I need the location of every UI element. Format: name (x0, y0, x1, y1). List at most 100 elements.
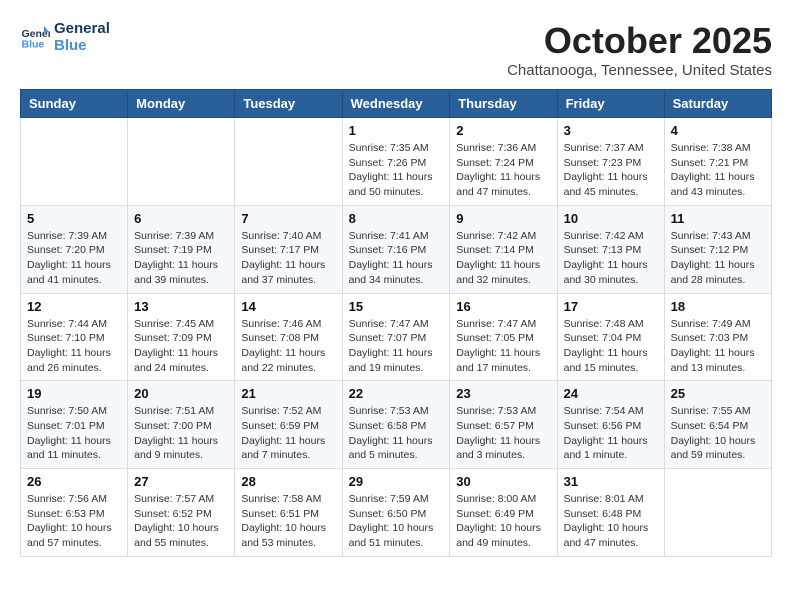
day-number: 1 (349, 123, 444, 138)
day-info: Sunrise: 7:37 AM Sunset: 7:23 PM Dayligh… (564, 141, 658, 200)
day-info: Sunrise: 7:55 AM Sunset: 6:54 PM Dayligh… (671, 404, 765, 463)
day-number: 5 (27, 211, 121, 226)
day-cell-1: 1 Sunrise: 7:35 AM Sunset: 7:26 PM Daylig… (342, 118, 450, 206)
day-info: Sunrise: 7:47 AM Sunset: 7:05 PM Dayligh… (456, 317, 550, 376)
day-cell-11: 11 Sunrise: 7:43 AM Sunset: 7:12 PM Dayli… (664, 205, 771, 293)
day-cell-8: 8 Sunrise: 7:41 AM Sunset: 7:16 PM Daylig… (342, 205, 450, 293)
day-info: Sunrise: 7:47 AM Sunset: 7:07 PM Dayligh… (349, 317, 444, 376)
empty-cell (235, 118, 342, 206)
weekday-header-row: SundayMondayTuesdayWednesdayThursdayFrid… (21, 90, 772, 118)
day-cell-24: 24Sunrise: 7:54 AM Sunset: 6:56 PM Dayli… (557, 381, 664, 469)
logo-blue: Blue (54, 37, 110, 54)
day-number: 9 (456, 211, 550, 226)
day-number: 30 (456, 474, 550, 489)
day-info: Sunrise: 7:59 AM Sunset: 6:50 PM Dayligh… (349, 492, 444, 551)
day-info: Sunrise: 7:42 AM Sunset: 7:13 PM Dayligh… (564, 229, 658, 288)
day-cell-27: 27 Sunrise: 7:57 AM Sunset: 6:52 PM Dayli… (128, 469, 235, 557)
day-number: 26 (27, 474, 121, 489)
day-info: Sunrise: 7:51 AM Sunset: 7:00 PM Dayligh… (134, 404, 228, 463)
day-info: Sunrise: 7:56 AM Sunset: 6:53 PM Dayligh… (27, 492, 121, 551)
day-number: 14 (241, 299, 335, 314)
day-info: Sunrise: 7:50 AM Sunset: 7:01 PM Dayligh… (27, 404, 121, 463)
day-info: Sunrise: 8:01 AM Sunset: 6:48 PM Dayligh… (564, 492, 658, 551)
weekday-header-thursday: Thursday (450, 90, 557, 118)
empty-cell (664, 469, 771, 557)
day-number: 13 (134, 299, 228, 314)
day-cell-20: 20Sunrise: 7:51 AM Sunset: 7:00 PM Dayli… (128, 381, 235, 469)
day-number: 25 (671, 386, 765, 401)
day-number: 6 (134, 211, 228, 226)
weekday-header-sunday: Sunday (21, 90, 128, 118)
empty-cell (21, 118, 128, 206)
day-number: 19 (27, 386, 121, 401)
day-info: Sunrise: 7:53 AM Sunset: 6:57 PM Dayligh… (456, 404, 550, 463)
day-number: 15 (349, 299, 444, 314)
day-cell-19: 19 Sunrise: 7:50 AM Sunset: 7:01 PM Dayli… (21, 381, 128, 469)
month-title: October 2025 (507, 20, 772, 62)
week-row-3: 12 Sunrise: 7:44 AM Sunset: 7:10 PM Dayli… (21, 293, 772, 381)
day-cell-22: 22 Sunrise: 7:53 AM Sunset: 6:58 PM Dayli… (342, 381, 450, 469)
day-info: Sunrise: 7:39 AM Sunset: 7:20 PM Dayligh… (27, 229, 121, 288)
day-cell-31: 31Sunrise: 8:01 AM Sunset: 6:48 PM Dayli… (557, 469, 664, 557)
day-number: 16 (456, 299, 550, 314)
day-number: 17 (564, 299, 658, 314)
week-row-1: 1 Sunrise: 7:35 AM Sunset: 7:26 PM Daylig… (21, 118, 772, 206)
day-info: Sunrise: 7:41 AM Sunset: 7:16 PM Dayligh… (349, 229, 444, 288)
day-cell-28: 28 Sunrise: 7:58 AM Sunset: 6:51 PM Dayli… (235, 469, 342, 557)
day-info: Sunrise: 7:44 AM Sunset: 7:10 PM Dayligh… (27, 317, 121, 376)
day-number: 4 (671, 123, 765, 138)
day-cell-2: 2 Sunrise: 7:36 AM Sunset: 7:24 PM Daylig… (450, 118, 557, 206)
day-cell-29: 29 Sunrise: 7:59 AM Sunset: 6:50 PM Dayli… (342, 469, 450, 557)
svg-text:Blue: Blue (22, 39, 45, 51)
day-cell-10: 10 Sunrise: 7:42 AM Sunset: 7:13 PM Dayli… (557, 205, 664, 293)
weekday-header-monday: Monday (128, 90, 235, 118)
day-number: 22 (349, 386, 444, 401)
day-cell-13: 13 Sunrise: 7:45 AM Sunset: 7:09 PM Dayli… (128, 293, 235, 381)
day-number: 28 (241, 474, 335, 489)
day-info: Sunrise: 7:53 AM Sunset: 6:58 PM Dayligh… (349, 404, 444, 463)
day-cell-15: 15 Sunrise: 7:47 AM Sunset: 7:07 PM Dayli… (342, 293, 450, 381)
day-number: 3 (564, 123, 658, 138)
day-info: Sunrise: 7:48 AM Sunset: 7:04 PM Dayligh… (564, 317, 658, 376)
day-number: 18 (671, 299, 765, 314)
day-number: 21 (241, 386, 335, 401)
day-number: 23 (456, 386, 550, 401)
day-cell-26: 26 Sunrise: 7:56 AM Sunset: 6:53 PM Dayli… (21, 469, 128, 557)
day-number: 8 (349, 211, 444, 226)
day-number: 12 (27, 299, 121, 314)
day-cell-5: 5 Sunrise: 7:39 AM Sunset: 7:20 PM Daylig… (21, 205, 128, 293)
day-info: Sunrise: 7:36 AM Sunset: 7:24 PM Dayligh… (456, 141, 550, 200)
day-cell-6: 6Sunrise: 7:39 AM Sunset: 7:19 PM Daylig… (128, 205, 235, 293)
day-number: 11 (671, 211, 765, 226)
day-cell-25: 25 Sunrise: 7:55 AM Sunset: 6:54 PM Dayli… (664, 381, 771, 469)
day-info: Sunrise: 7:38 AM Sunset: 7:21 PM Dayligh… (671, 141, 765, 200)
day-info: Sunrise: 7:43 AM Sunset: 7:12 PM Dayligh… (671, 229, 765, 288)
logo: General Blue General Blue (20, 20, 110, 54)
day-info: Sunrise: 7:54 AM Sunset: 6:56 PM Dayligh… (564, 404, 658, 463)
week-row-5: 26 Sunrise: 7:56 AM Sunset: 6:53 PM Dayli… (21, 469, 772, 557)
day-cell-9: 9 Sunrise: 7:42 AM Sunset: 7:14 PM Daylig… (450, 205, 557, 293)
day-info: Sunrise: 7:45 AM Sunset: 7:09 PM Dayligh… (134, 317, 228, 376)
day-number: 27 (134, 474, 228, 489)
day-info: Sunrise: 7:46 AM Sunset: 7:08 PM Dayligh… (241, 317, 335, 376)
day-cell-7: 7Sunrise: 7:40 AM Sunset: 7:17 PM Daylig… (235, 205, 342, 293)
day-info: Sunrise: 7:42 AM Sunset: 7:14 PM Dayligh… (456, 229, 550, 288)
day-info: Sunrise: 7:49 AM Sunset: 7:03 PM Dayligh… (671, 317, 765, 376)
day-number: 10 (564, 211, 658, 226)
weekday-header-saturday: Saturday (664, 90, 771, 118)
day-cell-12: 12 Sunrise: 7:44 AM Sunset: 7:10 PM Dayli… (21, 293, 128, 381)
day-info: Sunrise: 8:00 AM Sunset: 6:49 PM Dayligh… (456, 492, 550, 551)
day-info: Sunrise: 7:58 AM Sunset: 6:51 PM Dayligh… (241, 492, 335, 551)
day-cell-17: 17 Sunrise: 7:48 AM Sunset: 7:04 PM Dayli… (557, 293, 664, 381)
day-info: Sunrise: 7:52 AM Sunset: 6:59 PM Dayligh… (241, 404, 335, 463)
calendar: SundayMondayTuesdayWednesdayThursdayFrid… (20, 89, 772, 557)
day-info: Sunrise: 7:35 AM Sunset: 7:26 PM Dayligh… (349, 141, 444, 200)
day-cell-16: 16 Sunrise: 7:47 AM Sunset: 7:05 PM Dayli… (450, 293, 557, 381)
empty-cell (128, 118, 235, 206)
day-cell-14: 14 Sunrise: 7:46 AM Sunset: 7:08 PM Dayli… (235, 293, 342, 381)
day-info: Sunrise: 7:57 AM Sunset: 6:52 PM Dayligh… (134, 492, 228, 551)
weekday-header-wednesday: Wednesday (342, 90, 450, 118)
day-number: 2 (456, 123, 550, 138)
day-cell-23: 23 Sunrise: 7:53 AM Sunset: 6:57 PM Dayli… (450, 381, 557, 469)
day-number: 29 (349, 474, 444, 489)
